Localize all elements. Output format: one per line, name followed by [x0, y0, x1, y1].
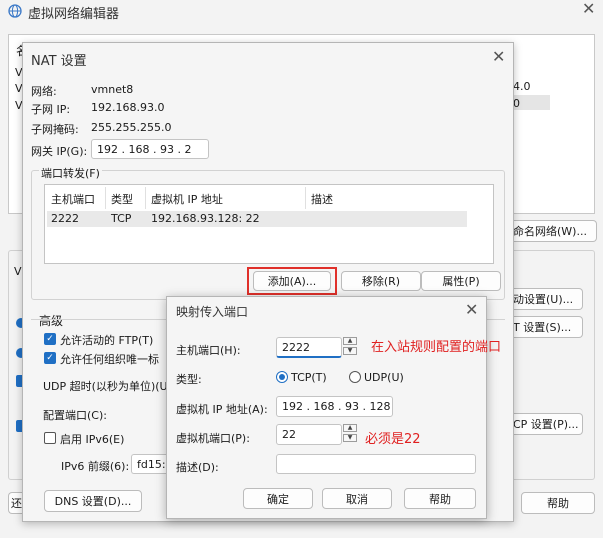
port-forward-label: 端口转发(F) — [39, 165, 102, 181]
host-port-annotation: 在入站规则配置的端口 — [371, 340, 502, 355]
udp-radio[interactable] — [349, 371, 361, 383]
allow-ftp-label: 允许活动的 FTP(T) — [60, 334, 154, 347]
udp-timeout-label: UDP 超时(以秒为单位)(U — [43, 380, 168, 393]
type-label: 类型: — [176, 373, 202, 386]
right-fragment: 0 — [513, 97, 520, 110]
type-cell: TCP — [111, 212, 132, 225]
close-icon[interactable]: ✕ — [492, 47, 505, 66]
ipv6-prefix-field[interactable]: fd15:4 — [131, 454, 173, 474]
vm-port-field[interactable]: 22 — [276, 424, 342, 445]
add-button[interactable]: 添加(A)... — [253, 271, 331, 291]
spin-down-icon[interactable]: ▼ — [343, 434, 357, 442]
enable-ipv6-label: 启用 IPv6(E) — [60, 433, 125, 446]
close-icon[interactable]: ✕ — [582, 0, 595, 18]
description-label: 描述(D): — [176, 461, 219, 474]
allow-ftp-checkbox[interactable]: ✓ — [44, 333, 56, 345]
ok-button[interactable]: 确定 — [243, 488, 313, 509]
subnet-ip-value: 192.168.93.0 — [91, 101, 165, 114]
config-port-label: 配置端口(C): — [43, 409, 107, 422]
ipv6-prefix-label: IPv6 前缀(6): — [61, 460, 130, 473]
description-field[interactable] — [276, 454, 476, 474]
app-icon — [8, 4, 22, 18]
host-port-cell: 2222 — [51, 212, 79, 225]
vm-ip-cell: 192.168.93.128: 22 — [151, 212, 260, 225]
dialog-title: NAT 设置 — [31, 54, 87, 69]
dhcp-fragment-button[interactable]: 动设置(U)... — [511, 288, 583, 310]
table-row[interactable]: 2222 TCP 192.168.93.128: 22 — [47, 211, 467, 227]
cancel-button[interactable]: 取消 — [322, 488, 392, 509]
host-port-label: 主机端口(H): — [176, 344, 241, 357]
vm-ip-field[interactable]: 192 . 168 . 93 . 128 — [276, 396, 393, 417]
spin-down-icon[interactable]: ▼ — [343, 347, 357, 355]
network-value: vmnet8 — [91, 83, 134, 96]
subnet-ip-label: 子网 IP: — [31, 103, 71, 116]
column-header[interactable]: 类型 — [111, 191, 133, 207]
tcp-label: TCP(T) — [291, 371, 327, 384]
allow-any-org-label: 允许任何组织唯一标 — [60, 353, 159, 366]
spin-up-icon[interactable]: ▲ — [343, 337, 357, 345]
tcp-radio[interactable] — [276, 371, 288, 383]
main-help-button[interactable]: 帮助 — [521, 492, 595, 514]
window-title: 虚拟网络编辑器 — [28, 7, 120, 22]
close-icon[interactable]: ✕ — [465, 300, 478, 319]
column-header[interactable]: 描述 — [311, 191, 333, 207]
remove-button[interactable]: 移除(R) — [341, 271, 421, 291]
properties-button[interactable]: 属性(P) — [421, 271, 501, 291]
port-forward-list[interactable]: 主机端口 类型 虚拟机 IP 地址 描述 2222 TCP 192.168.93… — [44, 184, 494, 264]
allow-any-org-checkbox[interactable]: ✓ — [44, 352, 56, 364]
network-label: 网络: — [31, 85, 57, 98]
gateway-label: 网关 IP(G): — [31, 145, 88, 158]
vm-ip-label: 虚拟机 IP 地址(A): — [176, 403, 268, 416]
column-divider — [145, 187, 146, 209]
udp-label: UDP(U) — [364, 371, 404, 384]
column-divider — [305, 187, 306, 209]
dhcp-settings-fragment-button[interactable]: CP 设置(P)... — [511, 413, 583, 435]
left-fragment: V — [14, 265, 22, 278]
map-port-dialog: 映射传入端口 ✕ 主机端口(H): 2222 ▲ ▼ 在入站规则配置的端口 类型… — [166, 296, 501, 519]
nat-settings-fragment-button[interactable]: T 设置(S)... — [511, 316, 583, 338]
column-header[interactable]: 虚拟机 IP 地址 — [151, 191, 223, 207]
dialog-title: 映射传入端口 — [176, 305, 249, 319]
gateway-ip-field[interactable]: 192 . 168 . 93 . 2 — [91, 139, 209, 159]
column-divider — [105, 187, 106, 209]
spin-up-icon[interactable]: ▲ — [343, 424, 357, 432]
right-fragment: 4.0 — [513, 80, 531, 93]
enable-ipv6-checkbox[interactable] — [44, 432, 56, 444]
subnet-mask-value: 255.255.255.0 — [91, 121, 172, 134]
vm-port-annotation: 必须是22 — [365, 432, 421, 447]
rename-network-button[interactable]: 命名网络(W)... — [511, 220, 597, 242]
help-button[interactable]: 帮助 — [404, 488, 476, 509]
column-header[interactable]: 主机端口 — [51, 191, 95, 207]
dns-settings-button[interactable]: DNS 设置(D)... — [44, 490, 142, 512]
subnet-mask-label: 子网掩码: — [31, 123, 79, 136]
host-port-field[interactable]: 2222 — [276, 337, 342, 358]
vm-port-label: 虚拟机端口(P): — [176, 432, 250, 445]
